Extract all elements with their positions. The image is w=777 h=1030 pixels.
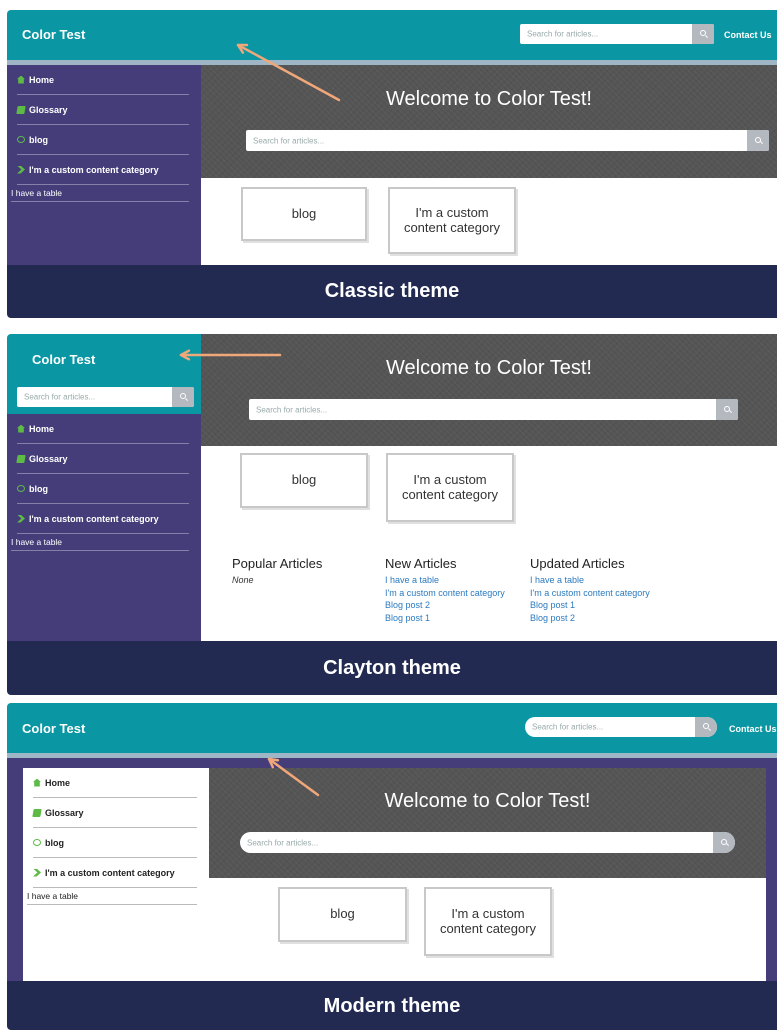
modern-annotation-arrow	[267, 757, 320, 797]
annotation-arrows	[179, 43, 341, 797]
classic-annotation-arrow	[236, 43, 341, 102]
arrow-group	[179, 43, 341, 797]
